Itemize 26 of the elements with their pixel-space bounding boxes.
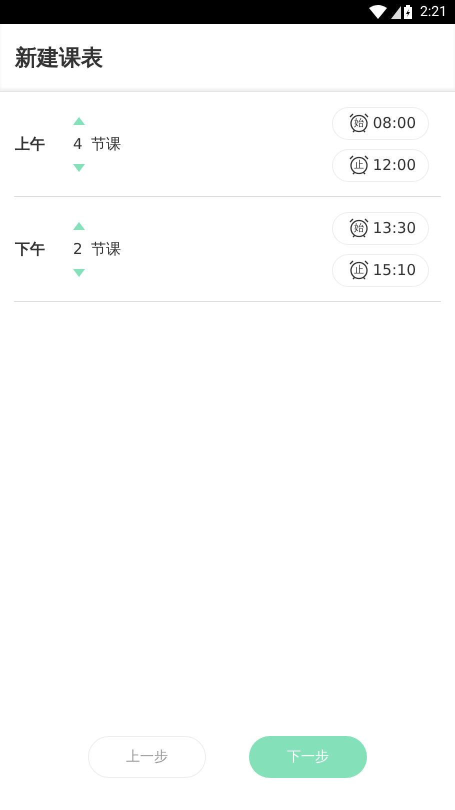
wifi-icon xyxy=(369,5,387,19)
increase-arrow-icon[interactable] xyxy=(73,116,85,124)
time-picker-button[interactable]: 始 13:30 xyxy=(332,212,429,244)
lesson-count: 2 xyxy=(73,240,79,258)
decrease-arrow-icon[interactable] xyxy=(73,268,85,276)
alarm-mark: 止 xyxy=(354,160,364,170)
decrease-arrow-icon[interactable] xyxy=(73,164,85,172)
alarm-clock-icon xyxy=(348,112,370,134)
time-picker-button[interactable]: 止 12:00 xyxy=(332,148,429,182)
alarm-mark: 始 xyxy=(354,118,364,128)
signal-icon xyxy=(391,6,401,18)
unit-label: 节课 xyxy=(91,240,121,258)
increase-arrow-icon[interactable] xyxy=(73,222,85,230)
status-time: 2:21 xyxy=(420,4,447,20)
alarm-mark: 止 xyxy=(354,266,364,276)
battery-icon xyxy=(404,5,412,19)
alarm-clock-icon xyxy=(348,154,370,176)
time-picker-button[interactable]: 止 15:10 xyxy=(332,254,429,286)
alarm-clock-icon xyxy=(348,259,370,281)
session-label: 上午 xyxy=(14,134,46,154)
session-label: 下午 xyxy=(14,240,46,258)
alarm-clock-icon xyxy=(348,217,370,239)
alarm-mark: 始 xyxy=(354,224,364,234)
page-title: 新建课表 xyxy=(15,44,103,72)
unit-label: 节课 xyxy=(91,134,121,154)
time-picker-button[interactable]: 始 08:00 xyxy=(332,106,429,140)
